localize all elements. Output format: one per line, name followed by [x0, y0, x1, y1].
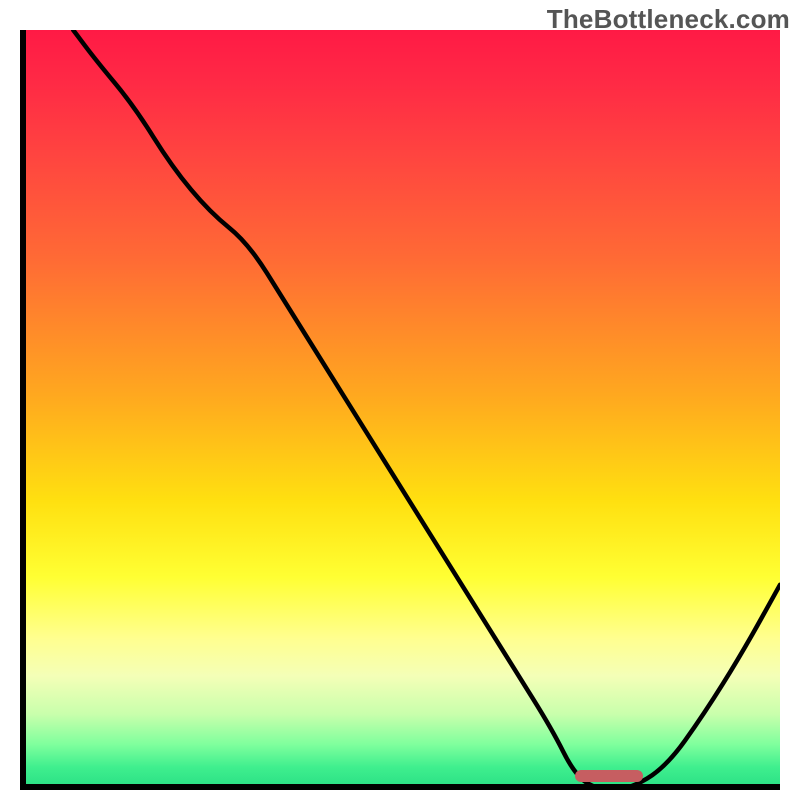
optimal-range-marker [575, 770, 643, 782]
bottleneck-curve [20, 30, 780, 790]
chart-plot-area [20, 30, 780, 790]
